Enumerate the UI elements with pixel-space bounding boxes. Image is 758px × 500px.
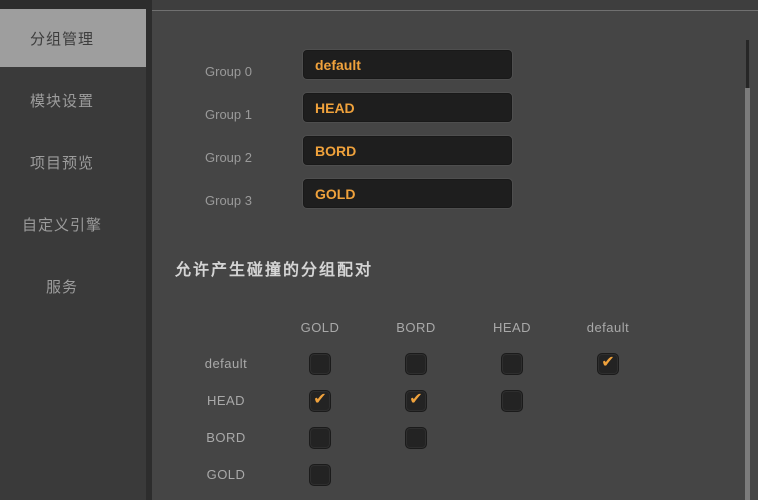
collision-checkbox-BORD-BORD[interactable]	[405, 426, 427, 449]
matrix-cell	[560, 456, 656, 493]
matrix-column-header-BORD: BORD	[396, 319, 436, 335]
matrix-column-header-GOLD: GOLD	[300, 319, 340, 335]
matrix-cell: ✔	[272, 382, 368, 419]
group-name-input-1[interactable]	[303, 93, 512, 122]
group-row: Group 2	[152, 136, 758, 165]
collision-checkbox-default-BORD[interactable]	[405, 352, 427, 375]
group-name-input-0[interactable]	[303, 50, 512, 79]
matrix-row-label-GOLD: GOLD	[206, 467, 246, 482]
sidebar-item-label: 分组管理	[29, 30, 94, 48]
matrix-cell	[464, 419, 560, 456]
sidebar-item-group-manager[interactable]: 分组管理	[0, 9, 146, 67]
matrix-cell	[368, 456, 464, 493]
matrix-cell	[560, 382, 656, 419]
group-label: Group 2	[205, 150, 252, 165]
collision-checkbox-HEAD-GOLD[interactable]: ✔	[309, 389, 331, 412]
matrix-corner	[180, 309, 272, 345]
group-row: Group 3	[152, 179, 758, 208]
top-strip	[152, 0, 758, 10]
matrix-cell	[464, 382, 560, 419]
matrix-row-label-BORD: BORD	[206, 430, 246, 445]
collision-checkbox-HEAD-BORD[interactable]: ✔	[405, 389, 427, 412]
group-row: Group 0	[152, 50, 758, 79]
group-row: Group 1	[152, 93, 758, 122]
check-icon: ✔	[313, 390, 327, 408]
collision-matrix: GOLD BORD HEAD default default ✔ HEAD ✔ ✔ BORD GOL…	[180, 309, 758, 493]
matrix-cell	[272, 345, 368, 382]
collision-checkbox-default-default[interactable]: ✔	[597, 352, 619, 375]
matrix-cell: ✔	[368, 382, 464, 419]
check-icon: ✔	[409, 390, 423, 408]
collision-checkbox-default-HEAD[interactable]	[501, 352, 523, 375]
matrix-cell	[272, 456, 368, 493]
group-label: Group 3	[205, 193, 252, 208]
collision-checkbox-HEAD-HEAD[interactable]	[501, 389, 523, 412]
matrix-cell: ✔	[560, 345, 656, 382]
sidebar-item-label: 模块设置	[29, 92, 94, 110]
sidebar-item-project-preview[interactable]: 项目预览	[0, 133, 146, 191]
matrix-column-header-default: default	[586, 319, 630, 335]
group-label: Group 1	[205, 107, 252, 122]
collision-section-title: 允许产生碰撞的分组配对	[175, 262, 374, 279]
group-name-input-2[interactable]	[303, 136, 512, 165]
matrix-cell	[368, 345, 464, 382]
matrix-cell	[464, 345, 560, 382]
sidebar-item-label: 自定义引擎	[21, 216, 102, 234]
matrix-cell	[272, 419, 368, 456]
scrollbar-thumb[interactable]	[745, 88, 750, 500]
group-list: Group 0 Group 1 Group 2 Group 3	[152, 11, 758, 208]
matrix-cell	[560, 419, 656, 456]
matrix-row-label-HEAD: HEAD	[206, 393, 246, 408]
sidebar-item-label: 项目预览	[29, 154, 94, 172]
sidebar-item-custom-engine[interactable]: 自定义引擎	[0, 195, 146, 253]
matrix-cell	[464, 456, 560, 493]
sidebar: 分组管理模块设置项目预览自定义引擎服务	[0, 9, 146, 500]
group-name-input-3[interactable]	[303, 179, 512, 208]
check-icon: ✔	[601, 353, 615, 371]
collision-checkbox-default-GOLD[interactable]	[309, 352, 331, 375]
scrollbar-track[interactable]	[746, 40, 749, 88]
matrix-cell	[368, 419, 464, 456]
matrix-column-header-HEAD: HEAD	[492, 319, 532, 335]
collision-checkbox-BORD-GOLD[interactable]	[309, 426, 331, 449]
sidebar-item-module-settings[interactable]: 模块设置	[0, 71, 146, 129]
project-settings-window: 分组管理模块设置项目预览自定义引擎服务 Group 0Group 1Group …	[0, 0, 758, 500]
collision-checkbox-GOLD-GOLD[interactable]	[309, 463, 331, 486]
sidebar-item-label: 服务	[45, 278, 78, 296]
sidebar-item-services[interactable]: 服务	[0, 257, 146, 315]
group-label: Group 0	[205, 64, 252, 79]
group-manager-panel: Group 0 Group 1 Group 2 Group 3 允许产生碰撞的分组配对…	[152, 10, 758, 500]
matrix-row-label-default: default	[204, 356, 248, 371]
